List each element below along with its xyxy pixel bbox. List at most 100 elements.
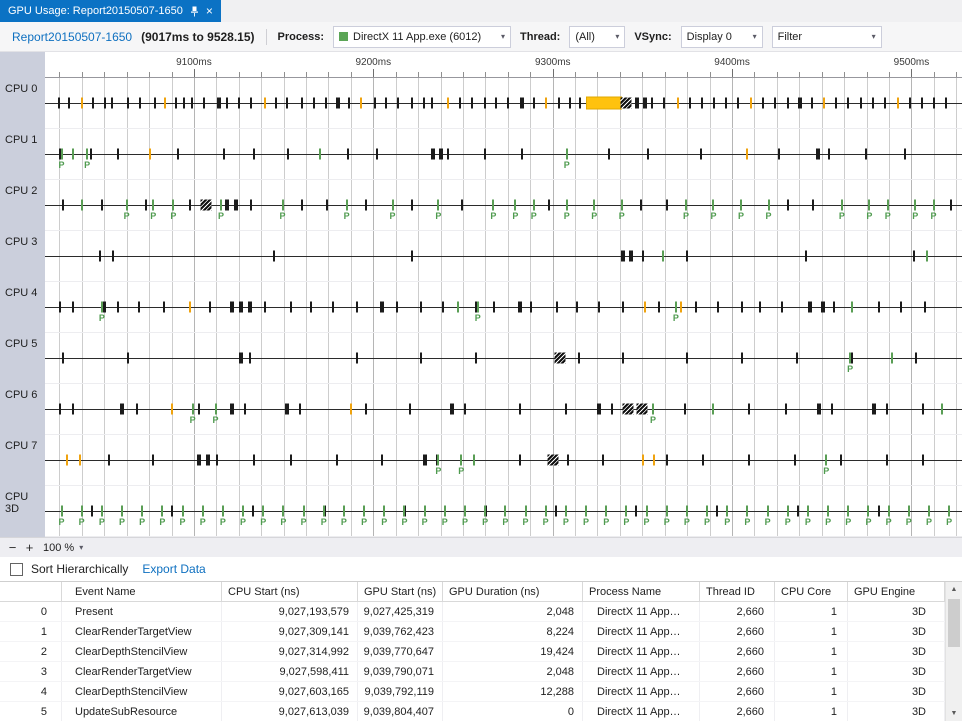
table-row[interactable]: 4ClearDepthStencilView9,027,603,1659,039… bbox=[0, 682, 945, 702]
event-mark[interactable] bbox=[495, 98, 497, 109]
present-tick[interactable] bbox=[827, 506, 829, 517]
event-mark[interactable] bbox=[431, 98, 433, 109]
event-mark[interactable] bbox=[629, 251, 633, 262]
present-marker[interactable]: P bbox=[458, 467, 464, 476]
present-tick[interactable] bbox=[61, 506, 63, 517]
event-mark[interactable] bbox=[273, 251, 275, 262]
present-marker[interactable]: P bbox=[885, 212, 891, 221]
present-marker[interactable]: P bbox=[482, 518, 488, 527]
event-mark[interactable] bbox=[409, 404, 411, 415]
present-tick[interactable] bbox=[652, 404, 654, 415]
present-tick[interactable] bbox=[346, 200, 348, 211]
present-tick[interactable] bbox=[477, 302, 479, 313]
event-mark[interactable] bbox=[555, 353, 566, 364]
event-mark[interactable] bbox=[602, 455, 604, 466]
event-mark[interactable] bbox=[461, 200, 463, 211]
event-mark[interactable] bbox=[290, 302, 292, 313]
event-mark[interactable] bbox=[457, 302, 459, 313]
present-marker[interactable]: P bbox=[704, 518, 710, 527]
event-mark[interactable] bbox=[796, 353, 798, 364]
event-mark[interactable] bbox=[197, 455, 201, 466]
event-mark[interactable] bbox=[234, 200, 238, 211]
event-mark[interactable] bbox=[450, 404, 454, 415]
event-mark[interactable] bbox=[177, 149, 179, 160]
present-marker[interactable]: P bbox=[502, 518, 508, 527]
present-marker[interactable]: P bbox=[170, 212, 176, 221]
event-mark[interactable] bbox=[725, 98, 727, 109]
event-mark[interactable] bbox=[520, 98, 524, 109]
event-mark[interactable] bbox=[164, 98, 166, 109]
event-mark[interactable] bbox=[689, 98, 691, 109]
present-tick[interactable] bbox=[768, 200, 770, 211]
present-marker[interactable]: P bbox=[220, 518, 226, 527]
event-mark[interactable] bbox=[521, 149, 523, 160]
event-mark[interactable] bbox=[642, 455, 644, 466]
event-mark[interactable] bbox=[175, 98, 177, 109]
event-mark[interactable] bbox=[248, 302, 252, 313]
event-mark[interactable] bbox=[464, 404, 466, 415]
present-tick[interactable] bbox=[621, 200, 623, 211]
event-mark[interactable] bbox=[519, 404, 521, 415]
present-marker[interactable]: P bbox=[301, 518, 307, 527]
event-mark[interactable] bbox=[244, 404, 246, 415]
present-marker[interactable]: P bbox=[623, 518, 629, 527]
present-marker[interactable]: P bbox=[190, 416, 196, 425]
event-mark[interactable] bbox=[239, 302, 243, 313]
present-tick[interactable] bbox=[242, 506, 244, 517]
event-mark[interactable] bbox=[79, 455, 81, 466]
event-mark[interactable] bbox=[475, 353, 477, 364]
event-mark[interactable] bbox=[104, 98, 106, 109]
event-mark[interactable] bbox=[787, 200, 789, 211]
present-tick[interactable] bbox=[928, 506, 930, 517]
event-mark[interactable] bbox=[909, 98, 911, 109]
event-mark[interactable] bbox=[567, 455, 569, 466]
event-mark[interactable] bbox=[643, 98, 647, 109]
present-tick[interactable] bbox=[392, 200, 394, 211]
filter-dropdown[interactable]: Filter ▾ bbox=[772, 26, 882, 48]
event-mark[interactable] bbox=[91, 506, 93, 517]
present-tick[interactable] bbox=[504, 506, 506, 517]
present-tick[interactable] bbox=[460, 455, 462, 466]
event-mark[interactable] bbox=[886, 455, 888, 466]
present-tick[interactable] bbox=[343, 506, 345, 517]
event-mark[interactable] bbox=[663, 98, 665, 109]
event-mark[interactable] bbox=[713, 98, 715, 109]
present-marker[interactable]: P bbox=[738, 212, 744, 221]
present-tick[interactable] bbox=[566, 200, 568, 211]
event-mark[interactable] bbox=[884, 98, 886, 109]
event-mark[interactable] bbox=[301, 200, 303, 211]
present-tick[interactable] bbox=[888, 506, 890, 517]
present-marker[interactable]: P bbox=[218, 212, 224, 221]
present-marker[interactable]: P bbox=[361, 518, 367, 527]
present-marker[interactable]: P bbox=[58, 518, 64, 527]
event-mark[interactable] bbox=[139, 98, 141, 109]
event-mark[interactable] bbox=[695, 302, 697, 313]
event-mark[interactable] bbox=[191, 98, 193, 109]
scroll-up-icon[interactable]: ▲ bbox=[946, 582, 962, 597]
present-tick[interactable] bbox=[464, 506, 466, 517]
present-marker[interactable]: P bbox=[200, 518, 206, 527]
event-mark[interactable] bbox=[548, 455, 559, 466]
event-mark[interactable] bbox=[206, 455, 210, 466]
event-mark[interactable] bbox=[484, 98, 486, 109]
present-tick[interactable] bbox=[746, 506, 748, 517]
present-tick[interactable] bbox=[525, 506, 527, 517]
present-marker[interactable]: P bbox=[673, 314, 679, 323]
event-mark[interactable] bbox=[264, 98, 266, 109]
event-mark[interactable] bbox=[471, 98, 473, 109]
present-tick[interactable] bbox=[161, 506, 163, 517]
present-marker[interactable]: P bbox=[823, 467, 829, 476]
present-tick[interactable] bbox=[141, 506, 143, 517]
event-mark[interactable] bbox=[72, 149, 74, 160]
event-mark[interactable] bbox=[198, 404, 200, 415]
present-marker[interactable]: P bbox=[543, 518, 549, 527]
event-mark[interactable] bbox=[653, 455, 655, 466]
event-mark[interactable] bbox=[411, 251, 413, 262]
event-mark[interactable] bbox=[716, 506, 718, 517]
present-marker[interactable]: P bbox=[650, 416, 656, 425]
event-mark[interactable] bbox=[411, 98, 413, 109]
event-mark[interactable] bbox=[926, 251, 928, 262]
present-tick[interactable] bbox=[514, 200, 516, 211]
event-mark[interactable] bbox=[608, 149, 610, 160]
present-tick[interactable] bbox=[625, 506, 627, 517]
